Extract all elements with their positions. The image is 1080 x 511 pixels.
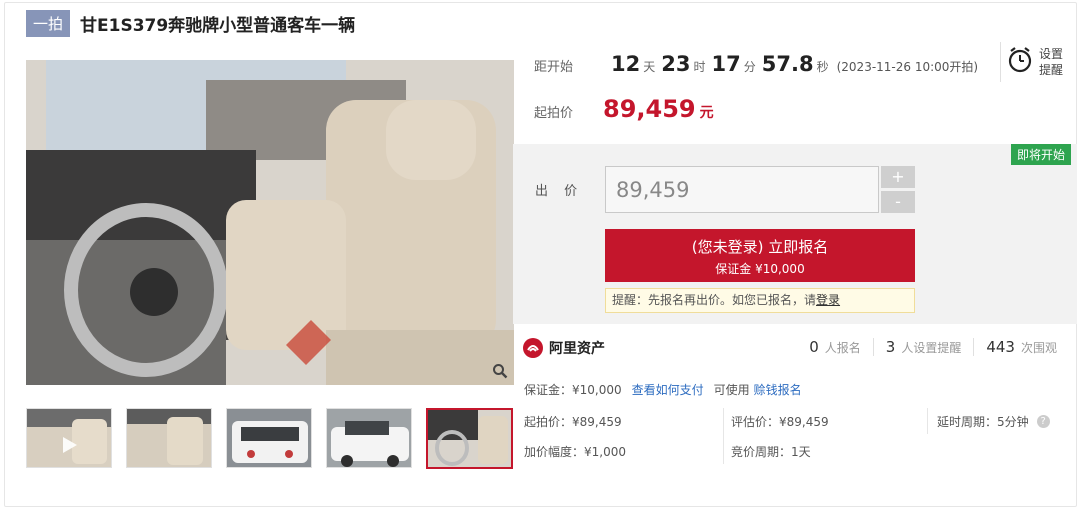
- price-unit: 元: [699, 105, 714, 121]
- hours-unit: 时: [693, 60, 706, 74]
- reminder-label: 设置 提醒: [1039, 46, 1063, 78]
- ali-assets-logo: 阿里资产: [523, 338, 605, 358]
- starting-price-value: 89,459: [603, 95, 696, 123]
- days-unit: 天: [643, 60, 656, 74]
- stat-views: 443 次围观: [973, 338, 1069, 356]
- stats-bar: 0 人报名 3 人设置提醒 443 次围观: [797, 338, 1069, 356]
- detail-bid-period: 竞价周期：1天: [731, 445, 811, 459]
- main-photo[interactable]: [26, 60, 514, 385]
- reminders-label: 人设置提醒: [901, 341, 962, 355]
- signup-deposit: 保证金 ¥10,000: [715, 262, 805, 276]
- title-row: 一拍 甘E1S379奔驰牌小型普通客车一辆: [26, 9, 355, 37]
- countdown-label: 距开始: [534, 60, 574, 75]
- divider: [927, 408, 928, 434]
- zoom-icon[interactable]: [488, 359, 512, 383]
- auction-round-tag: 一拍: [26, 9, 71, 37]
- thumbnail-strip: [26, 408, 527, 469]
- how-to-pay-link[interactable]: 查看如何支付: [632, 381, 704, 398]
- thumbnail-5-active[interactable]: [426, 408, 513, 469]
- can-use-text: 可使用: [713, 383, 750, 397]
- views-count: 443: [986, 338, 1015, 356]
- bid-label: 出 价: [535, 184, 584, 199]
- signup-label: (您未登录) 立即报名: [691, 238, 829, 256]
- credit-signup-link[interactable]: 赊钱报名: [754, 381, 802, 398]
- signups-label: 人报名: [824, 341, 861, 355]
- minutes-unit: 分: [743, 60, 756, 74]
- detail-increment: 加价幅度：¥1,000: [524, 445, 626, 459]
- increase-bid-button[interactable]: +: [881, 166, 915, 188]
- car-interior-photo: [26, 60, 514, 385]
- countdown-seconds: 57.8: [761, 52, 814, 76]
- bid-amount-input[interactable]: 89,459: [605, 166, 879, 213]
- set-reminder-button[interactable]: 设置 提醒: [1000, 42, 1072, 82]
- detail-eval-price: 评估价：¥89,459: [731, 415, 829, 429]
- bid-stepper: + -: [881, 166, 915, 216]
- stat-reminders: 3 人设置提醒: [872, 338, 974, 356]
- reminders-count: 3: [885, 338, 896, 356]
- help-icon[interactable]: ?: [1036, 415, 1050, 428]
- starting-price-row: 起拍价 89,459 元: [534, 95, 714, 123]
- page-title: 甘E1S379奔驰牌小型普通客车一辆: [80, 15, 356, 36]
- ali-assets-icon: [523, 338, 543, 358]
- alarm-clock-icon: [1007, 46, 1033, 78]
- detail-start-price: 起拍价：¥89,459: [524, 415, 622, 429]
- thumbnail-2[interactable]: [126, 408, 212, 468]
- decrease-bid-button[interactable]: -: [881, 191, 915, 213]
- countdown-row: 距开始 12 天 23 时 17 分 57.8 秒 (2023-11-26 10…: [534, 52, 978, 76]
- delay-period-text: 延时周期：5分钟: [937, 415, 1029, 429]
- divider: [723, 408, 724, 464]
- stat-signups: 0 人报名: [797, 338, 873, 356]
- platform-row: 阿里资产 0 人报名 3 人设置提醒 443 次围观: [513, 330, 1077, 366]
- countdown-timer: 12 天 23 时 17 分 57.8 秒 (2023-11-26 10:00开…: [611, 52, 978, 76]
- countdown-days: 12: [611, 52, 641, 76]
- countdown-hours: 23: [661, 52, 691, 76]
- deposit-row: 保证金：¥10,000 查看如何支付 可使用 赊钱报名: [524, 381, 802, 398]
- views-label: 次围观: [1020, 341, 1057, 355]
- deposit-text: 保证金：¥10,000: [524, 383, 622, 397]
- thumbnail-4[interactable]: [326, 408, 412, 468]
- countdown-minutes: 17: [711, 52, 741, 76]
- login-link[interactable]: 登录: [816, 293, 840, 307]
- signups-count: 0: [809, 338, 819, 356]
- bid-box: 即将开始 出 价 89,459 + - (您未登录) 立即报名 保证金 ¥10,…: [513, 144, 1077, 324]
- thumbnail-3[interactable]: [226, 408, 312, 468]
- login-tip: 提醒：先报名再出价。如您已报名，请登录: [605, 288, 915, 313]
- detail-delay-period: 延时周期：5分钟 ?: [937, 413, 1050, 430]
- status-badge: 即将开始: [1010, 144, 1071, 165]
- tip-text: 提醒：先报名再出价。如您已报名，请: [612, 293, 817, 307]
- seconds-unit: 秒: [816, 60, 829, 74]
- reminder-line1: 设置: [1039, 47, 1064, 61]
- platform-name: 阿里资产: [549, 341, 605, 357]
- thumbnail-1[interactable]: [26, 408, 112, 468]
- reminder-line2: 提醒: [1039, 63, 1064, 77]
- start-time-text: (2023-11-26 10:00开拍): [836, 60, 979, 74]
- starting-price-label: 起拍价: [534, 106, 574, 121]
- signup-button[interactable]: (您未登录) 立即报名 保证金 ¥10,000: [605, 229, 915, 282]
